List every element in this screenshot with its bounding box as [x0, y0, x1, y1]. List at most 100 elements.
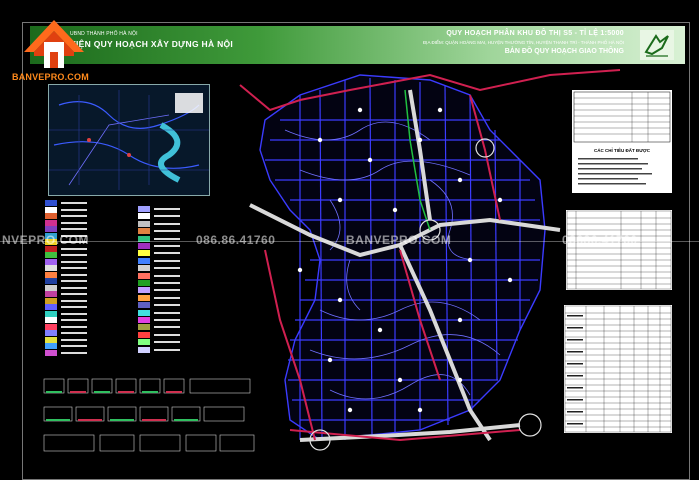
legend-label-bar — [154, 348, 180, 351]
legend-swatch — [138, 250, 150, 257]
watermark-phone-right: 08686.41760 — [562, 233, 638, 247]
legend-swatch — [138, 302, 150, 309]
legend-label-bar — [154, 215, 180, 218]
legend-swatch — [138, 287, 150, 294]
indicator-table-lines — [573, 91, 671, 185]
legend-label-bar — [61, 332, 87, 334]
legend-item — [138, 324, 186, 331]
legend-label-bar — [61, 293, 87, 295]
legend-swatch — [45, 284, 57, 291]
legend-swatch — [45, 336, 57, 343]
legend-label-bar — [61, 345, 87, 347]
legend-item — [45, 278, 93, 284]
legend-swatch — [138, 257, 150, 264]
legend-swatch — [45, 291, 57, 297]
legend-swatch — [45, 252, 57, 258]
legend-swatch — [138, 280, 150, 286]
legend-item — [45, 291, 93, 297]
watermark-phone: 086.86.41760 — [196, 233, 276, 247]
legend-item — [45, 200, 93, 206]
legend-label-bar — [61, 325, 87, 328]
legend-swatch — [45, 271, 57, 278]
legend-swatch — [45, 226, 57, 232]
legend-swatch — [45, 213, 57, 219]
legend-swatch — [138, 309, 150, 316]
legend-label-bar — [154, 259, 180, 262]
legend-item — [45, 297, 93, 304]
legend-label-bar — [154, 237, 180, 240]
legend-swatch — [138, 228, 150, 235]
legend-item — [138, 294, 186, 301]
legend-label-bar — [154, 304, 180, 307]
legend-label-bar — [61, 247, 87, 250]
legend-item — [45, 317, 93, 323]
legend-label-bar — [61, 338, 87, 341]
legend-item — [45, 219, 93, 226]
legend-item — [138, 317, 186, 323]
legend-label-bar — [61, 215, 87, 217]
legend-item — [45, 323, 93, 330]
legend-swatch — [45, 323, 57, 330]
legend-label-bar — [154, 311, 180, 314]
legend-label-bar — [154, 326, 180, 329]
legend-swatch — [138, 294, 150, 301]
legend-swatch — [138, 265, 150, 272]
legend-item — [45, 206, 93, 213]
legend-item — [45, 226, 93, 232]
legend-right — [138, 206, 186, 356]
legend-swatch — [45, 304, 57, 310]
legend-swatch — [138, 243, 150, 249]
legend-label-bar — [61, 280, 87, 282]
legend-item — [138, 339, 186, 346]
watermark-site-left: NVEPRO.COM — [2, 233, 90, 247]
legend-item — [45, 252, 93, 258]
legend-swatch — [45, 343, 57, 349]
legend-label-bar — [61, 260, 87, 263]
legend-label-bar — [61, 351, 87, 354]
legend-swatch — [45, 219, 57, 226]
legend-label-bar — [61, 286, 87, 289]
legend-swatch — [138, 220, 150, 227]
legend-item — [138, 287, 186, 294]
legend-item — [138, 228, 186, 235]
land-use-indicator-panel: CÁC CHỈ TIÊU ĐẤT ĐƯỢC — [572, 90, 672, 193]
legend-item — [45, 213, 93, 219]
legend-item — [45, 343, 93, 349]
legend-label-bar — [61, 267, 87, 269]
legend-label-bar — [154, 208, 180, 210]
legend-item — [138, 309, 186, 316]
legend-item — [45, 336, 93, 343]
legend-swatch — [45, 317, 57, 323]
legend-swatch — [45, 310, 57, 317]
legend-label-bar — [154, 245, 180, 247]
legend-label-bar — [61, 208, 87, 211]
legend-label-bar — [61, 312, 87, 315]
legend-swatch — [138, 331, 150, 338]
indicator-heading: CÁC CHỈ TIÊU ĐẤT ĐƯỢC — [593, 148, 651, 153]
legend-item — [45, 258, 93, 265]
legend-item — [138, 257, 186, 264]
legend-label-bar — [154, 333, 180, 336]
legend-swatch — [45, 297, 57, 304]
legend-label-bar — [154, 289, 180, 292]
legend-item — [138, 213, 186, 220]
road-cross-sections — [43, 378, 255, 452]
legend-item — [45, 265, 93, 271]
legend-label-bar — [61, 319, 87, 321]
legend-item — [45, 304, 93, 310]
legend-swatch — [138, 324, 150, 331]
legend-swatch — [138, 339, 150, 346]
legend-item — [138, 220, 186, 227]
legend-label-bar — [61, 299, 87, 302]
legend-label-bar — [61, 273, 87, 276]
legend-item — [45, 284, 93, 291]
legend-swatch — [45, 265, 57, 271]
legend-swatch — [138, 272, 150, 279]
legend-swatch — [138, 317, 150, 323]
road-statistics-table — [566, 210, 672, 290]
legend-label-bar — [154, 319, 180, 321]
legend-swatch — [45, 206, 57, 213]
legend-item — [138, 302, 186, 309]
legend-item — [45, 271, 93, 278]
legend-swatch — [138, 346, 150, 353]
